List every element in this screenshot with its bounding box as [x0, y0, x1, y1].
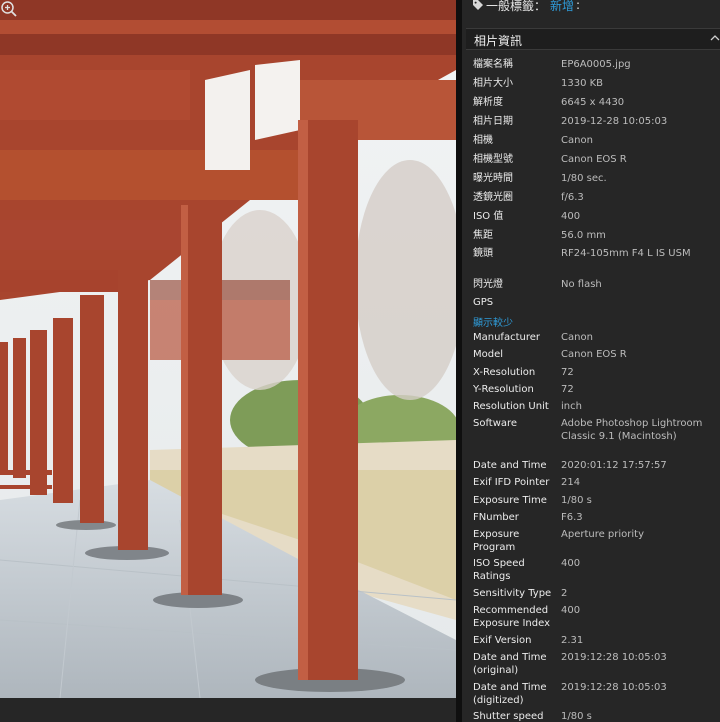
info-value: inch [561, 401, 582, 412]
info-label: 解析度 [473, 97, 503, 108]
info-label: ISO 值 [473, 211, 504, 222]
info-label: 相機 [473, 135, 493, 146]
info-value: No flash [561, 279, 602, 290]
info-value: 2019:12:28 10:05:03 [561, 652, 667, 663]
info-label: Date and Time (original) [473, 652, 547, 676]
show-less-link[interactable]: 顯示較少 [473, 314, 513, 329]
photo-image [0, 0, 456, 722]
zoom-in-icon[interactable] [0, 0, 18, 18]
info-value: 2.31 [561, 635, 584, 646]
tag-row: 一般標籤： 新增 : [472, 0, 580, 13]
info-value: 400 [561, 211, 581, 222]
info-label: Shutter speed [473, 711, 544, 722]
info-label: GPS [473, 297, 494, 308]
info-value: 2020:01:12 17:57:57 [561, 460, 667, 471]
info-label: 相片大小 [473, 78, 513, 89]
info-value: RF24-105mm F4 L IS USM [561, 248, 691, 259]
info-value: Canon [561, 332, 593, 343]
info-panel: 一般標籤： 新增 : 相片資訊 檔案名稱 EP6A0005.jpg 相片大小 1330… [462, 0, 720, 722]
info-value: Aperture priority [561, 529, 645, 540]
info-label: Y-Resolution [473, 384, 534, 395]
info-value: 400 [561, 558, 581, 569]
info-label: 鏡頭 [473, 248, 493, 259]
info-value: Canon [561, 135, 593, 146]
info-label: X-Resolution [473, 367, 536, 378]
tags-colon: : [576, 0, 581, 12]
info-value: 1330 KB [561, 78, 604, 89]
info-value: 72 [561, 384, 574, 395]
photo-info-header[interactable]: 相片資訊 [466, 28, 720, 50]
info-value: 2 [561, 588, 568, 599]
info-label: Exposure Program [473, 529, 520, 553]
info-label: Exposure Time [473, 495, 547, 506]
info-label: Exif Version [473, 635, 532, 646]
add-tag-link[interactable]: 新增 [550, 0, 574, 14]
info-value: 1/80 s [561, 495, 592, 506]
info-value: 56.0 mm [561, 230, 606, 241]
info-label: Exif IFD Pointer [473, 477, 550, 488]
info-label: Resolution Unit [473, 401, 549, 412]
info-value: 2019:12:28 10:05:03 [561, 682, 667, 693]
info-label: FNumber [473, 512, 519, 523]
info-label: 相機型號 [473, 154, 513, 165]
info-label: Date and Time [473, 460, 547, 471]
info-label: ISO Speed Ratings [473, 558, 525, 582]
info-value: 400 [561, 605, 581, 616]
info-value: 1/80 s [561, 711, 592, 722]
info-label: Software [473, 418, 518, 429]
info-label: Sensitivity Type [473, 588, 552, 599]
info-value: 6645 x 4430 [561, 97, 625, 108]
info-value: f/6.3 [561, 192, 584, 203]
info-value: F6.3 [561, 512, 583, 523]
info-label: 檔案名稱 [473, 59, 513, 70]
tags-label: 一般標籤： [486, 0, 547, 13]
info-value: Canon EOS R [561, 154, 627, 165]
info-label: 相片日期 [473, 116, 513, 127]
photo-toolbar [0, 698, 456, 722]
info-label: Model [473, 349, 504, 360]
info-label: Manufacturer [473, 332, 540, 343]
info-value: 1/80 sec. [561, 173, 607, 184]
tag-icon [473, 0, 483, 10]
section-title: 相片資訊 [474, 34, 523, 48]
info-label: 曝光時間 [473, 173, 513, 184]
info-value: Adobe Photoshop Lightroom Classic 9.1 (M… [561, 418, 706, 442]
info-label: 透鏡光圈 [473, 192, 513, 203]
info-label: Recommended Exposure Index [473, 605, 551, 629]
info-value: Canon EOS R [561, 349, 627, 360]
info-label: 閃光燈 [473, 279, 503, 290]
info-label: 焦距 [473, 230, 493, 241]
chevron-up-icon[interactable] [710, 34, 720, 42]
photo-preview[interactable] [0, 0, 456, 722]
info-value: 72 [561, 367, 574, 378]
info-value: 2019-12-28 10:05:03 [561, 116, 668, 127]
info-value: EP6A0005.jpg [561, 59, 631, 70]
info-label: Date and Time (digitized) [473, 682, 547, 706]
info-value: 214 [561, 477, 581, 488]
